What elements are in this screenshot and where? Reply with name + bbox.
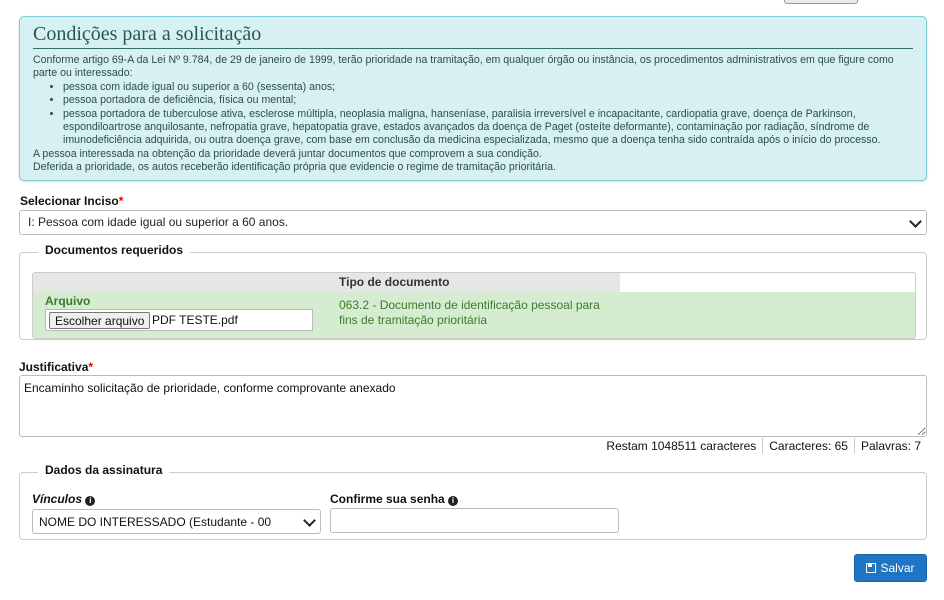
conditions-item: pessoa portadora de deficiência, física …	[63, 94, 913, 107]
info-circle-icon: i	[448, 496, 459, 506]
column-header-doc-type: Tipo de documento	[339, 275, 450, 289]
required-mark: *	[88, 360, 94, 374]
file-label: Arquivo	[45, 294, 91, 308]
inciso-selected-value: I: Pessoa com idade igual ou superior a …	[28, 215, 289, 229]
document-type: 063.2 - Documento de identificação pesso…	[339, 298, 600, 327]
conditions-item: pessoa com idade igual ou superior a 60 …	[63, 81, 913, 94]
inciso-select[interactable]: I: Pessoa com idade igual ou superior a …	[19, 210, 927, 235]
vinculos-label: Vínculos i	[32, 492, 96, 506]
conditions-panel: Condições para a solicitação Conforme ar…	[19, 16, 927, 181]
char-count: Caracteres: 65	[762, 438, 854, 454]
inciso-label: Selecionar Inciso*	[20, 194, 124, 208]
password-input[interactable]	[330, 508, 619, 533]
chevron-down-icon	[909, 215, 922, 228]
conditions-note: A pessoa interessada na obtenção da prio…	[33, 147, 542, 160]
save-button[interactable]: Salvar	[854, 554, 927, 582]
info-circle-icon: i	[85, 496, 96, 506]
chevron-down-icon	[303, 514, 316, 527]
conditions-text: Conforme artigo 69-A da Lei Nº 9.784, de…	[33, 54, 913, 175]
documents-legend: Documentos requeridos	[38, 243, 191, 257]
floppy-disk-icon	[866, 563, 877, 573]
save-label: Salvar	[880, 561, 915, 575]
justification-label: Justificativa*	[19, 360, 94, 374]
vinculos-selected-value: NOME DO INTERESSADO (Estudante - 00	[39, 515, 272, 529]
choose-file-button[interactable]: Escolher arquivo	[49, 312, 151, 329]
file-name: PDF TESTE.pdf	[152, 313, 238, 327]
top-button-partial[interactable]	[784, 0, 858, 4]
password-label: Confirme sua senha i	[330, 492, 459, 506]
conditions-intro: Conforme artigo 69-A da Lei Nº 9.784, de…	[33, 54, 894, 80]
conditions-title: Condições para a solicitação	[33, 17, 913, 49]
documents-table: Tipo de documento Arquivo Escolher arqui…	[32, 272, 916, 339]
required-mark: *	[118, 194, 124, 208]
table-header: Tipo de documento	[33, 273, 620, 292]
signature-legend: Dados da assinatura	[38, 463, 170, 477]
table-row: Arquivo Escolher arquivo PDF TESTE.pdf 0…	[33, 292, 915, 338]
justification-textarea[interactable]: Encaminho solicitação de prioridade, con…	[19, 375, 927, 437]
file-input[interactable]: Escolher arquivo PDF TESTE.pdf	[45, 309, 313, 331]
conditions-note: Deferida a prioridade, os autos receberã…	[33, 161, 556, 174]
remaining-chars: Restam 1048511 caracteres	[606, 439, 757, 453]
signature-fieldset: Dados da assinatura Vínculos i NOME DO I…	[19, 463, 927, 540]
conditions-item: pessoa portadora de tuberculose ativa, e…	[63, 108, 913, 148]
vinculos-select[interactable]: NOME DO INTERESSADO (Estudante - 00	[32, 509, 321, 534]
char-counters: Restam 1048511 caracteres Caracteres: 65…	[600, 438, 927, 454]
word-count: Palavras: 7	[853, 438, 927, 454]
documents-fieldset: Documentos requeridos Tipo de documento …	[19, 243, 927, 340]
conditions-list: pessoa com idade igual ou superior a 60 …	[33, 81, 913, 148]
